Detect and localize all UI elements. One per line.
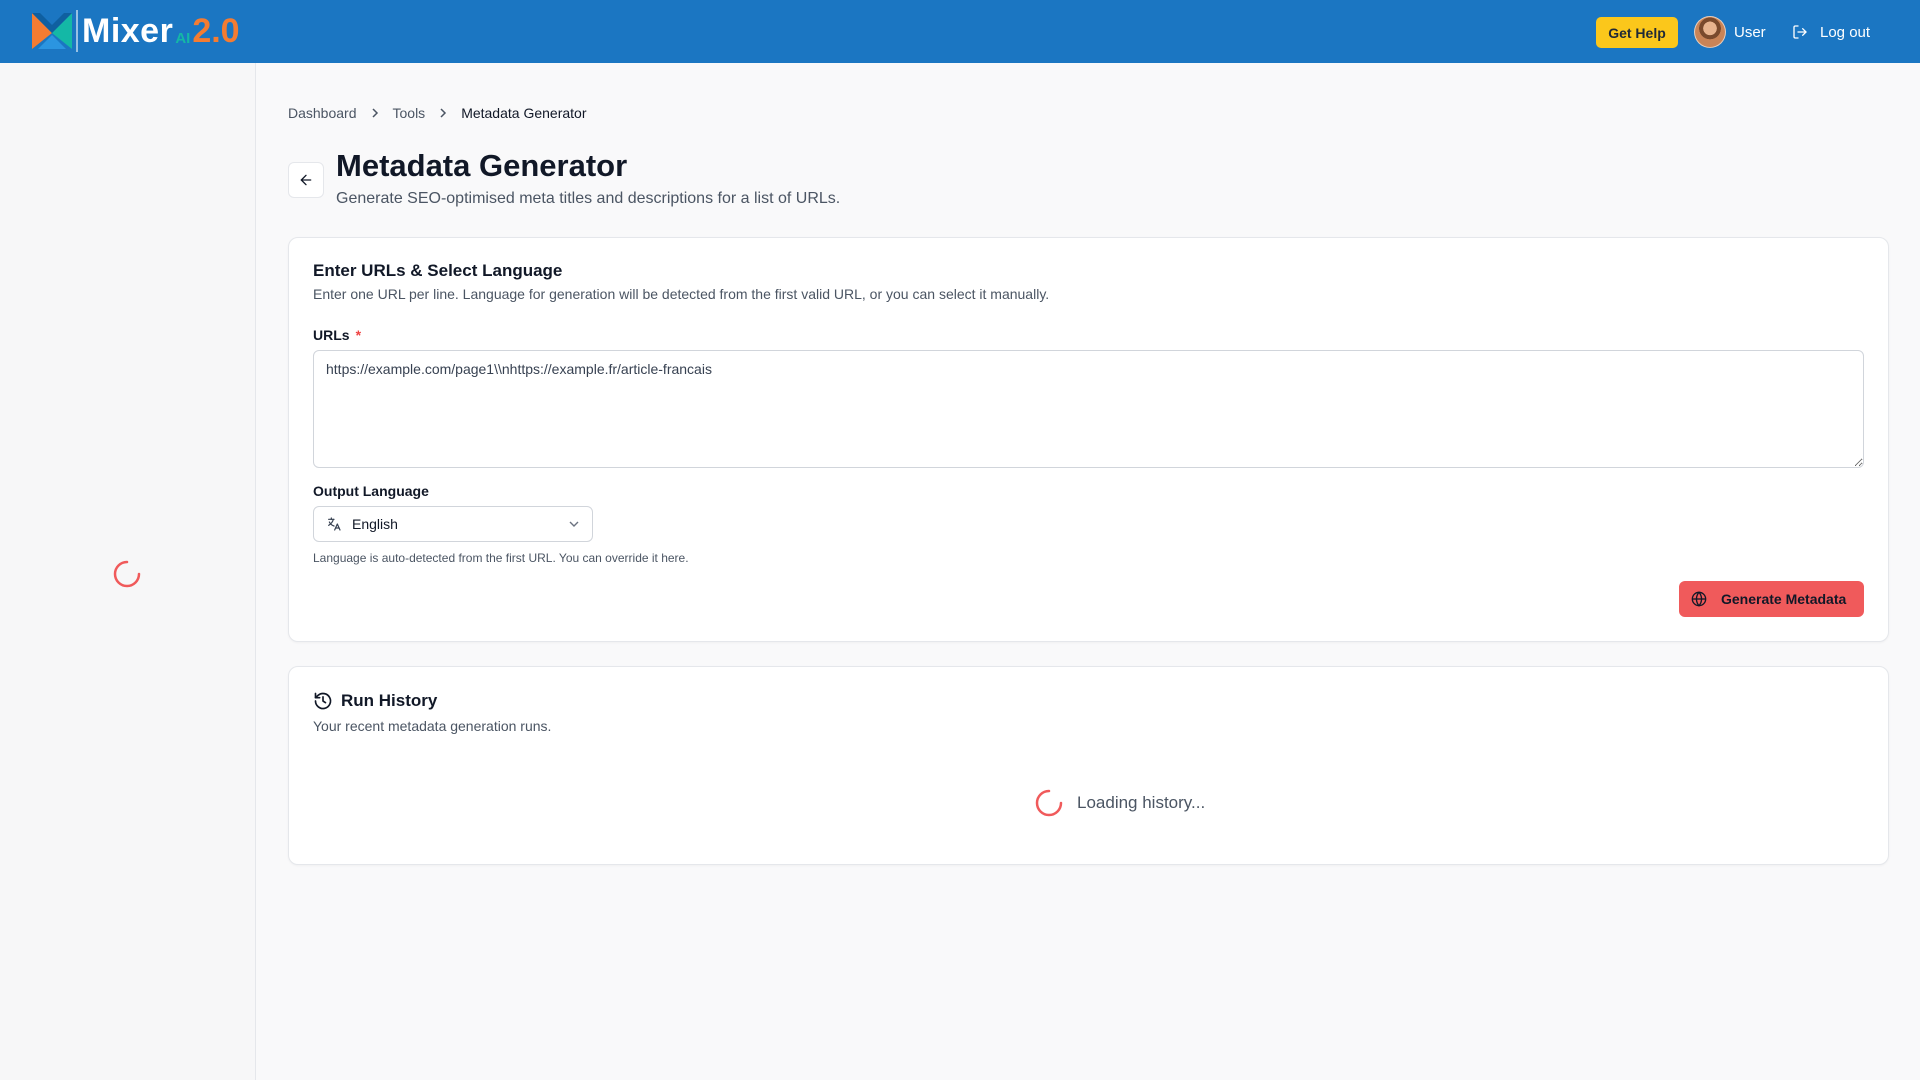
- chevron-right-icon: [440, 108, 447, 118]
- globe-icon: [1691, 591, 1707, 607]
- sidebar: [0, 63, 256, 1080]
- user-menu[interactable]: User: [1694, 16, 1766, 48]
- logo-ai: AI: [175, 30, 191, 47]
- urls-label: URLs *: [313, 327, 361, 343]
- logo-divider: [76, 10, 78, 52]
- loading-spinner-icon: [1035, 789, 1063, 817]
- breadcrumb-tools[interactable]: Tools: [393, 105, 426, 121]
- top-navbar: Mixer AI 2.0 Get Help User Log out: [0, 0, 1920, 63]
- arrow-left-icon: [300, 174, 312, 186]
- loading-text: Loading history...: [1077, 793, 1206, 812]
- breadcrumb: Dashboard Tools Metadata Generator: [288, 105, 586, 121]
- card-title: Enter URLs & Select Language: [313, 261, 563, 280]
- history-icon: [314, 692, 332, 710]
- history-header: Run History: [313, 691, 437, 711]
- language-value: English: [352, 516, 398, 532]
- get-help-button[interactable]: Get Help: [1596, 17, 1678, 48]
- history-title: Run History: [341, 691, 438, 710]
- generate-label: Generate Metadata: [1721, 591, 1847, 607]
- breadcrumb-current: Metadata Generator: [461, 105, 587, 121]
- logout-label: Log out: [1820, 23, 1871, 41]
- chevron-right-icon: [371, 108, 378, 118]
- run-history-card: Run History Your recent metadata generat…: [288, 666, 1889, 865]
- required-marker: *: [355, 327, 362, 343]
- generate-metadata-button[interactable]: Generate Metadata: [1679, 581, 1864, 617]
- page-title: Metadata Generator: [336, 148, 628, 183]
- back-button[interactable]: [288, 162, 324, 198]
- output-language-select[interactable]: English: [313, 506, 593, 542]
- translate-icon: [328, 517, 341, 531]
- sidebar-loading-spinner-icon: [113, 560, 141, 588]
- url-input-card: Enter URLs & Select Language Enter one U…: [288, 237, 1889, 642]
- output-language-label: Output Language: [313, 483, 429, 499]
- app-logo[interactable]: Mixer AI 2.0: [30, 9, 240, 53]
- logo-text: Mixer: [82, 12, 174, 50]
- history-description: Your recent metadata generation runs.: [313, 718, 552, 734]
- urls-textarea[interactable]: https://example.com/page1\\nhttps://exam…: [313, 350, 1864, 468]
- chevron-down-icon: [569, 521, 579, 527]
- avatar: [1694, 16, 1726, 48]
- logo-mark-icon: [32, 13, 72, 49]
- page-subtitle: Generate SEO-optimised meta titles and d…: [336, 190, 841, 207]
- card-description: Enter one URL per line. Language for gen…: [313, 286, 1050, 302]
- logout-icon: [1793, 25, 1807, 39]
- language-help-text: Language is auto-detected from the first…: [313, 551, 689, 565]
- history-loading: Loading history...: [1035, 789, 1205, 817]
- user-name: User: [1734, 23, 1766, 41]
- logo-version: 2.0: [192, 12, 240, 50]
- urls-label-text: URLs: [313, 327, 350, 343]
- breadcrumb-dashboard[interactable]: Dashboard: [288, 105, 357, 121]
- logout-button[interactable]: Log out: [1792, 16, 1870, 48]
- main-content: Dashboard Tools Metadata Generator Metad…: [256, 63, 1920, 1080]
